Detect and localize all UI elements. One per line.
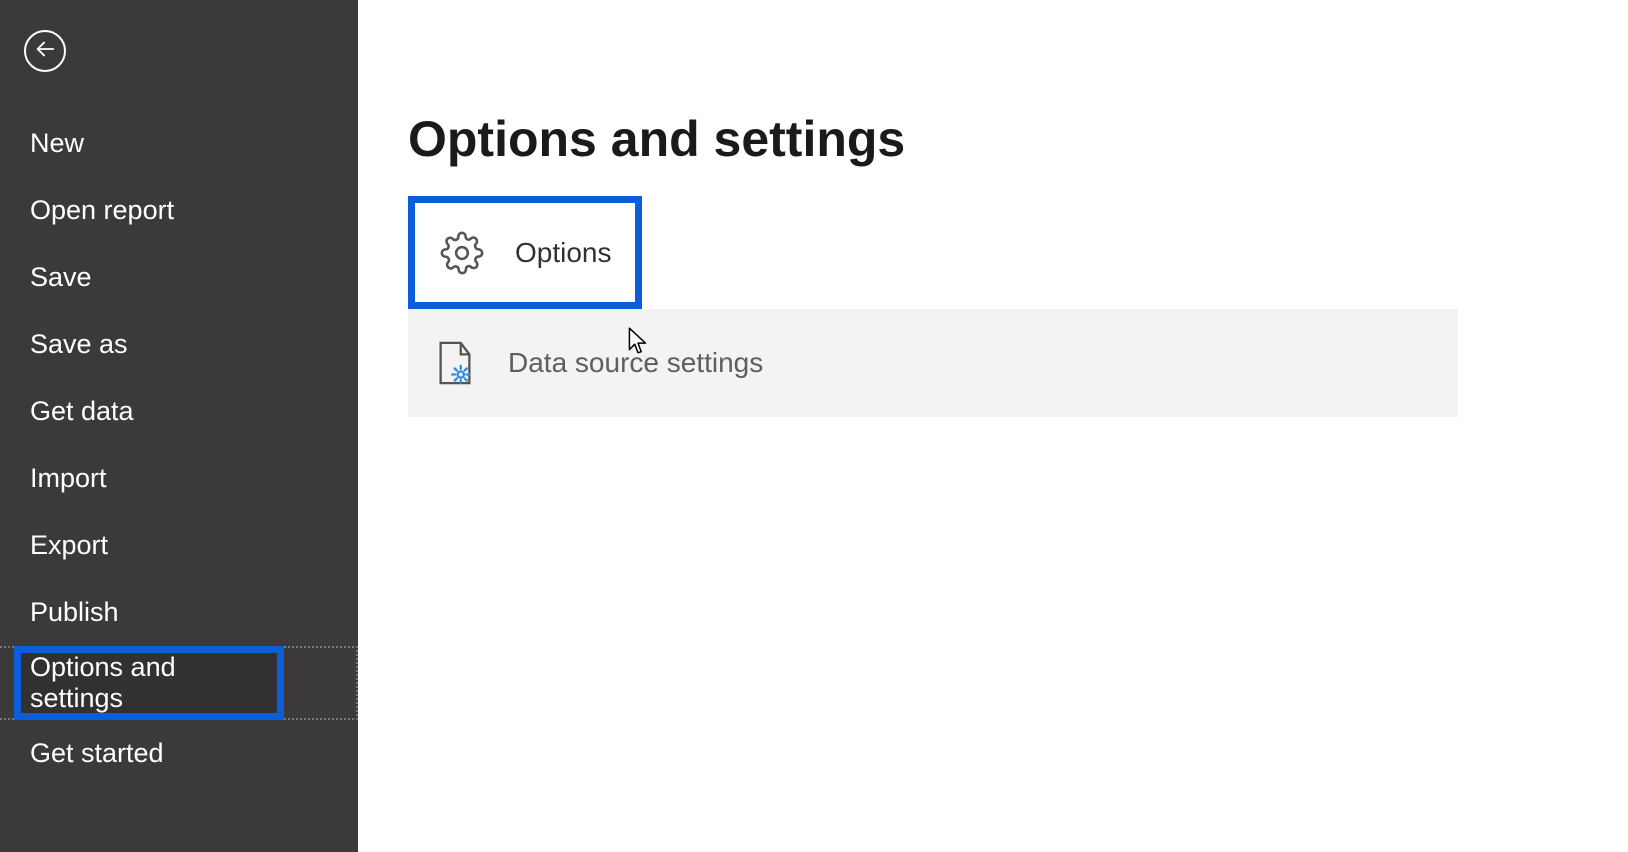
options-button[interactable]: Options [408,196,642,309]
sidebar-item-publish[interactable]: Publish [0,579,358,646]
sidebar-item-export[interactable]: Export [0,512,358,579]
sidebar-item-label: Publish [30,597,119,628]
sidebar-item-label: Open report [30,195,174,226]
data-source-settings-button[interactable]: Data source settings [408,309,1458,417]
sidebar-item-label: New [30,128,84,159]
sidebar-item-label: Export [30,530,108,561]
sidebar-item-save[interactable]: Save [0,244,358,311]
sidebar-item-label: Save [30,262,92,293]
back-button[interactable] [24,30,66,72]
sidebar-item-get-data[interactable]: Get data [0,378,358,445]
gear-icon [439,230,485,276]
main-panel: Options and settings Options Data source… [358,0,1628,852]
file-menu-sidebar: New Open report Save Save as Get data Im… [0,0,358,852]
sidebar-item-save-as[interactable]: Save as [0,311,358,378]
sidebar-item-label: Get data [30,396,134,427]
arrow-left-icon [34,38,56,65]
sidebar-item-label: Save as [30,329,128,360]
sidebar-item-open-report[interactable]: Open report [0,177,358,244]
sidebar-item-options-and-settings[interactable]: Options and settings [14,646,284,720]
sidebar-item-options-and-settings-wrapper: Options and settings [0,646,358,720]
sidebar-item-label: Import [30,463,107,494]
page-title: Options and settings [408,110,1578,168]
sidebar-item-get-started[interactable]: Get started [0,720,358,787]
sidebar-item-new[interactable]: New [0,110,358,177]
data-source-settings-label: Data source settings [508,347,763,379]
sidebar-item-import[interactable]: Import [0,445,358,512]
sidebar-item-label: Get started [30,738,164,769]
options-label: Options [515,237,612,269]
sidebar-item-label: Options and settings [30,652,255,714]
document-gear-icon [432,340,478,386]
